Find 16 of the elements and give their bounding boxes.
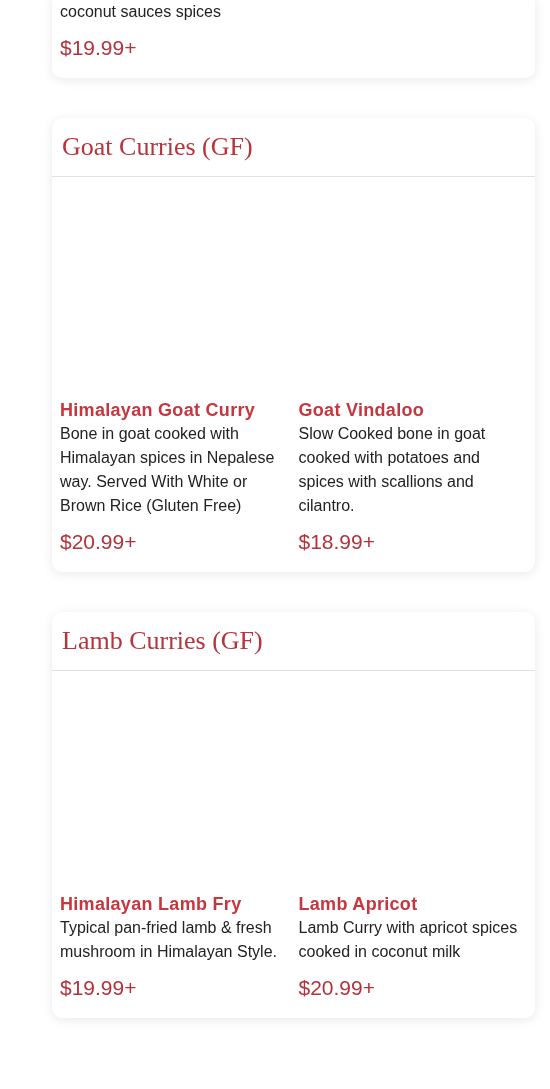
dish-name[interactable]: Lamb Apricot bbox=[298, 892, 527, 916]
dish-description: Slow Cooked bone in goat cooked with potatoes and spices with scallions and cilantro. bbox=[298, 424, 487, 516]
dish-name[interactable]: Himalayan Lamb Fry bbox=[60, 892, 289, 916]
dish-price: $18.99+ bbox=[298, 529, 376, 555]
dish-price: $20.99+ bbox=[60, 529, 138, 555]
dish-name[interactable]: Himalayan Goat Curry bbox=[60, 398, 289, 422]
dish-name[interactable]: Goat Vindaloo bbox=[298, 398, 527, 422]
dish-description: Typical pan-fried lamb & fresh mushroom in Himalayan Style. bbox=[60, 918, 278, 962]
dish-description: Bone in goat cooked with Himalayan spices in Nepalese way. Served With White or Brown Rice (Gluten Free) bbox=[60, 424, 276, 516]
dish-description: coconut sauces spices bbox=[60, 2, 222, 22]
section-title: Goat Curries (GF) bbox=[62, 132, 253, 162]
dish-description: Lamb Curry with apricot spices cooked in coconut milk bbox=[298, 918, 519, 962]
dish-price: $20.99+ bbox=[298, 975, 376, 1001]
section-title: Lamb Curries (GF) bbox=[62, 626, 263, 656]
dish-price: $19.99+ bbox=[60, 35, 138, 61]
dish-price: $19.99+ bbox=[60, 975, 138, 1001]
